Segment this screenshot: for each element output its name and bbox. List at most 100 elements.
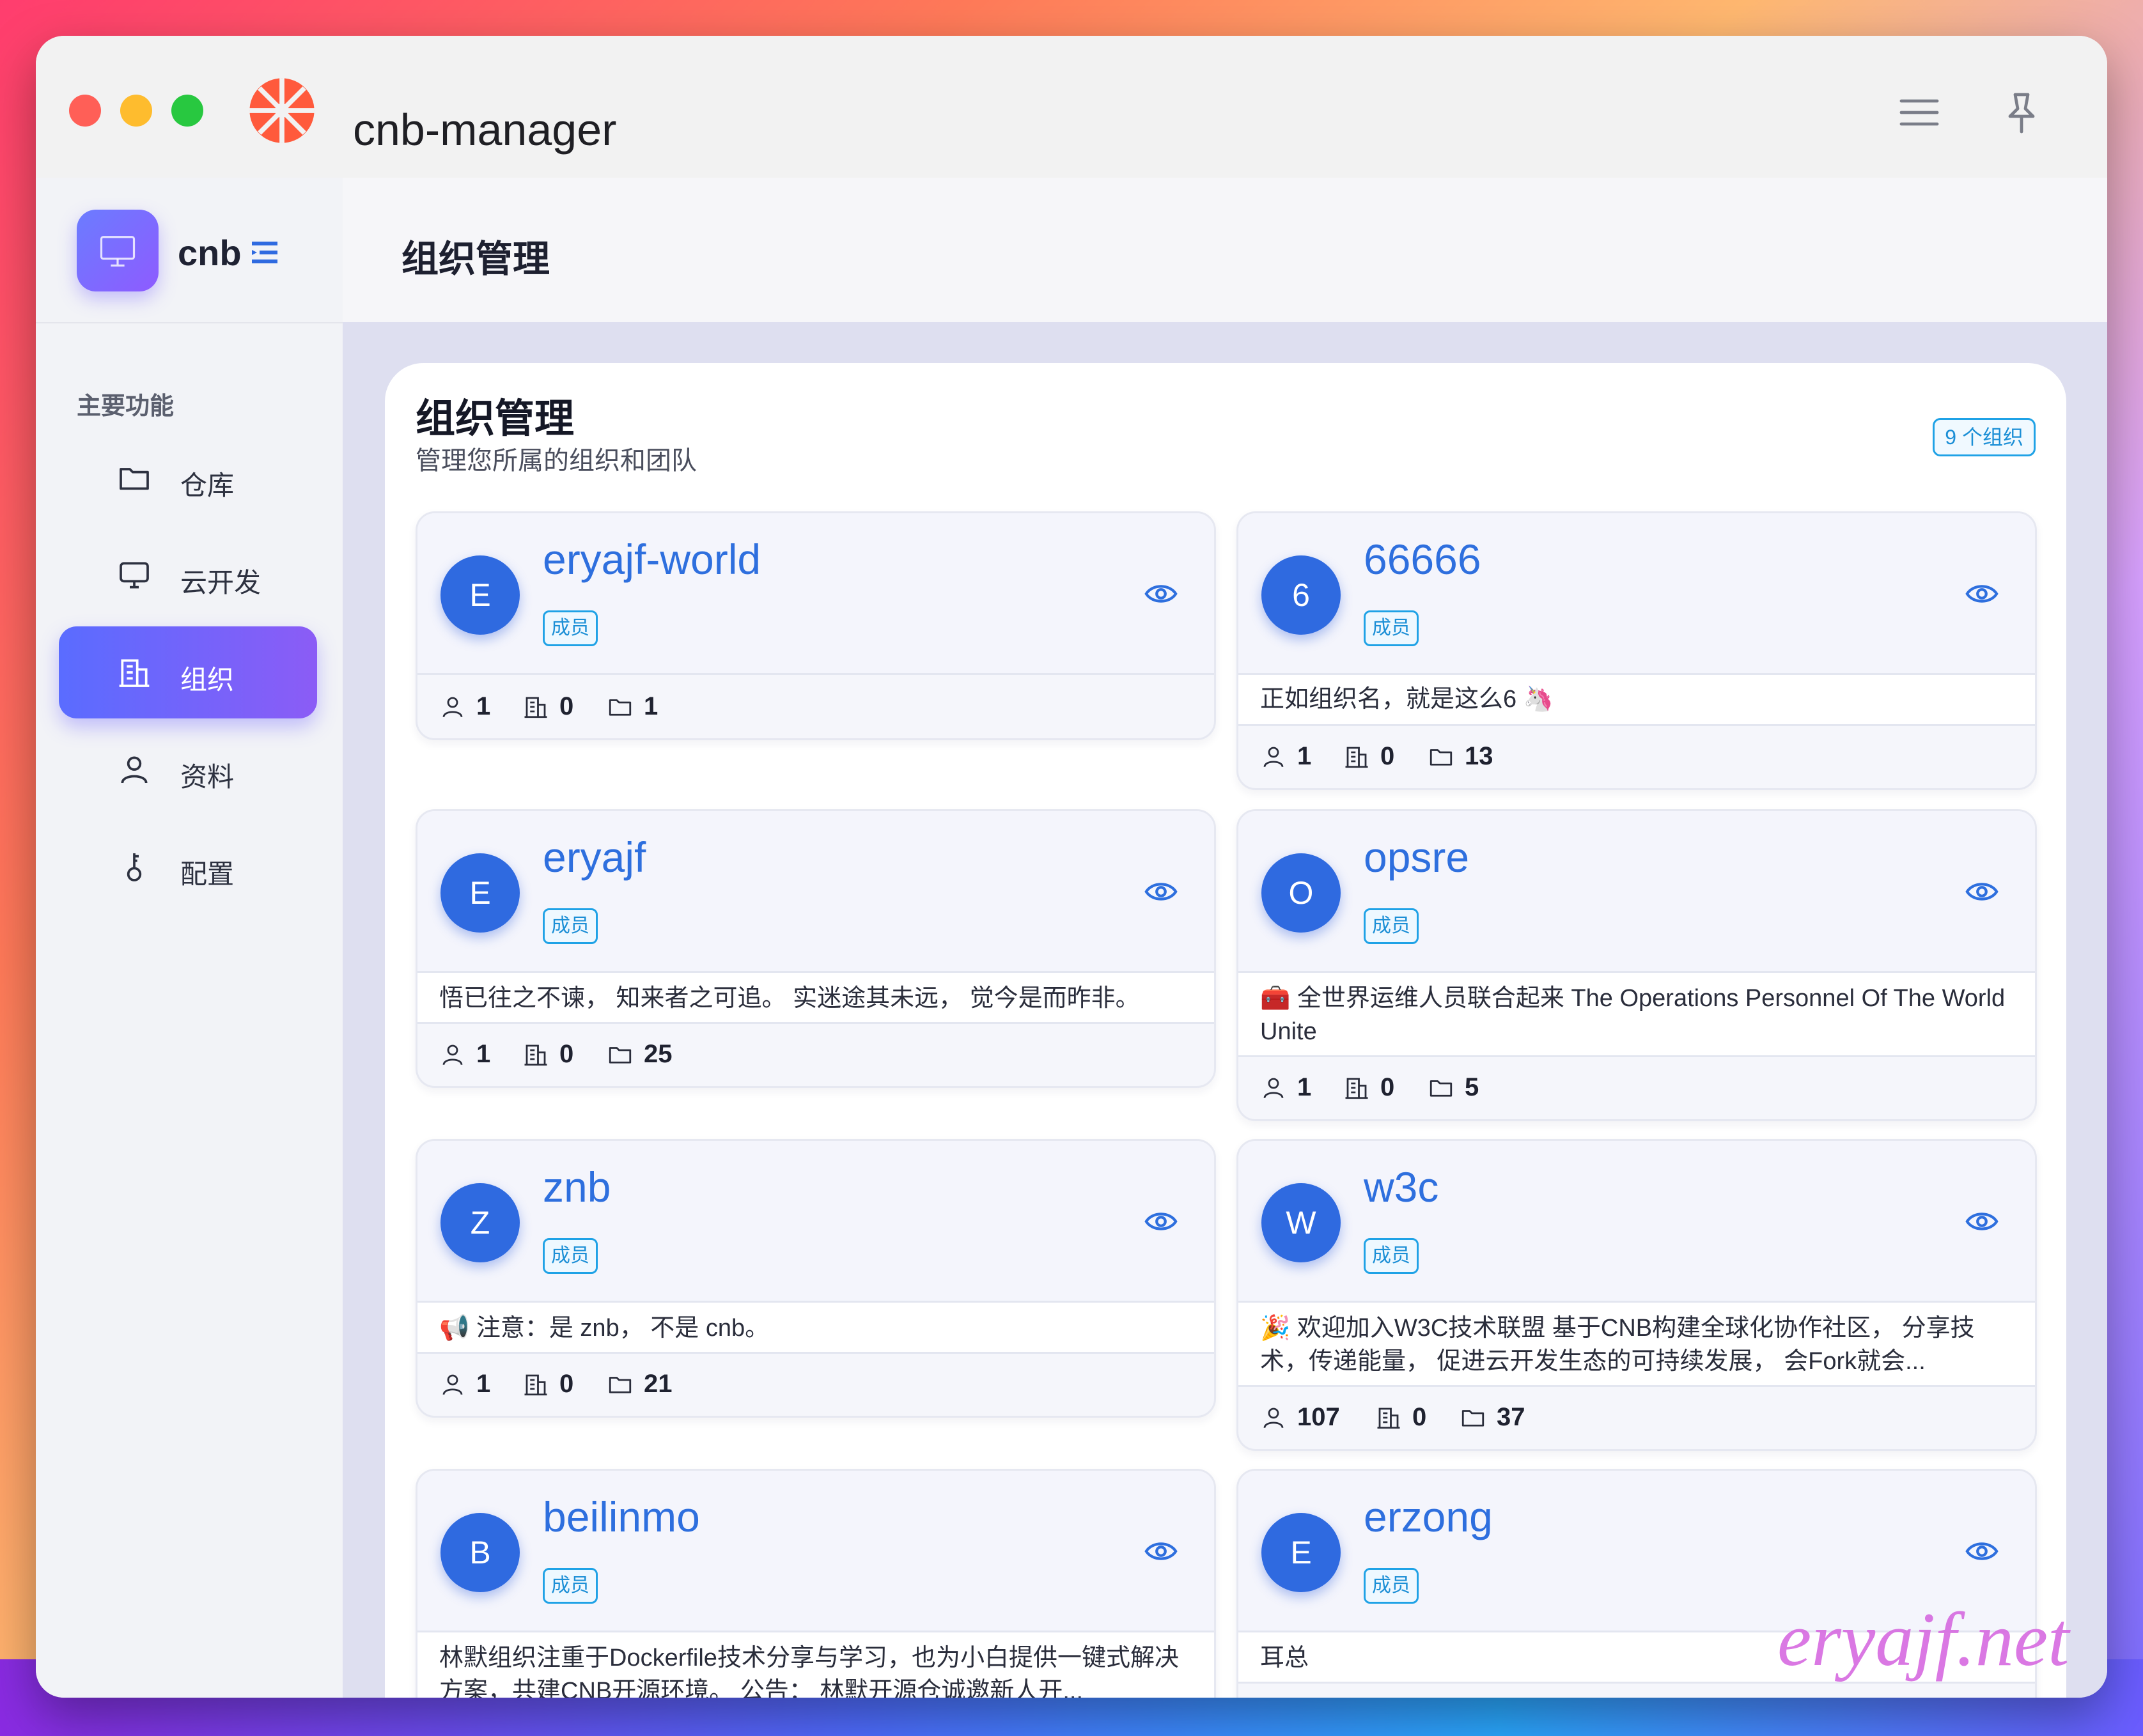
org-card-opsre[interactable]: O opsre 成员 🧰 全世界运维人员联合起来 The Operations … <box>1236 809 2037 1121</box>
org-panel: 组织管理 管理您所属的组织和团队 9 个组织 E eryajf-world 成员… <box>385 363 2066 1698</box>
eye-icon[interactable] <box>1965 1209 1999 1234</box>
org-name[interactable]: opsre <box>1364 834 1469 881</box>
building-icon <box>1345 1078 1368 1099</box>
watermark: eryajf.net <box>1777 1597 2069 1682</box>
sidebar-item-label: 云开发 <box>180 568 261 598</box>
repos-count: 25 <box>644 1040 673 1068</box>
sidebar-item-repos[interactable]: 仓库 <box>59 432 317 524</box>
avatar: E <box>1261 1513 1341 1592</box>
user-icon <box>1263 747 1284 768</box>
org-card-eryajf-world[interactable]: E eryajf-world 成员 1 0 1 <box>416 511 1216 740</box>
panel-subtitle: 管理您所属的组织和团队 <box>416 447 697 475</box>
app-logo-icon <box>249 78 315 143</box>
brand-logo <box>77 210 159 291</box>
org-name[interactable]: eryajf <box>543 834 646 881</box>
eye-icon[interactable] <box>1144 1538 1178 1564</box>
maximize-window-button[interactable] <box>171 95 203 127</box>
members-count: 1 <box>476 692 491 720</box>
card-header: E eryajf 成员 <box>417 811 1214 973</box>
members-count: 1 <box>476 1370 491 1398</box>
suborgs-count: 0 <box>1412 1403 1427 1431</box>
folder-icon <box>120 468 149 490</box>
role-tag: 成员 <box>1364 908 1419 944</box>
app-window: cnb-manager cnb 主要功能 仓库 云开发 组织 资料 配置 组织管… <box>36 36 2107 1698</box>
list-icon <box>252 242 277 263</box>
org-name[interactable]: beilinmo <box>543 1494 700 1540</box>
suborgs-count: 0 <box>559 1370 574 1398</box>
role-tag: 成员 <box>543 1568 598 1604</box>
user-icon <box>121 756 148 784</box>
building-icon <box>1345 747 1368 768</box>
page-header: 组织管理 <box>343 178 2107 323</box>
sidebar-item-cloud-dev[interactable]: 云开发 <box>59 529 317 621</box>
menu-icon[interactable] <box>1894 87 1945 138</box>
minimize-window-button[interactable] <box>120 95 152 127</box>
eye-icon[interactable] <box>1965 879 1999 904</box>
avatar: 6 <box>1261 555 1341 635</box>
org-card-w3c[interactable]: W w3c 成员 🎉 欢迎加入W3C技术联盟 基于CNB构建全球化协作社区， 分… <box>1236 1139 2037 1451</box>
user-icon <box>1263 1407 1284 1429</box>
org-description: 🎉 欢迎加入W3C技术联盟 基于CNB构建全球化协作社区， 分享技术，传递能量，… <box>1238 1303 2035 1387</box>
role-tag: 成员 <box>543 610 598 646</box>
eye-icon[interactable] <box>1965 1538 1999 1564</box>
card-header: Z znb 成员 <box>417 1141 1214 1303</box>
card-header: O opsre 成员 <box>1238 811 2035 973</box>
user-icon <box>442 1044 463 1066</box>
sidebar-section-title: 主要功能 <box>77 393 175 420</box>
folder-icon <box>609 1377 632 1393</box>
card-header: E eryajf-world 成员 <box>417 513 1214 675</box>
org-name[interactable]: eryajf-world <box>543 536 761 583</box>
page-title: 组织管理 <box>401 238 550 280</box>
folder-icon <box>609 699 632 716</box>
eye-icon[interactable] <box>1965 581 1999 607</box>
folder-icon <box>1430 749 1453 766</box>
org-card-beilinmo[interactable]: B beilinmo 成员 林默组织注重于Dockerfile技术分享与学习，也… <box>416 1469 1216 1698</box>
repos-count: 1 <box>644 692 658 720</box>
close-window-button[interactable] <box>69 95 101 127</box>
org-card-eryajf[interactable]: E eryajf 成员 悟已往之不谏， 知来者之可追。 实迷途其未远， 觉今是而… <box>416 809 1216 1088</box>
org-card-znb[interactable]: Z znb 成员 📢 注意：是 znb， 不是 cnb。 1 0 21 <box>416 1139 1216 1418</box>
org-description: 🧰 全世界运维人员联合起来 The Operations Personnel O… <box>1238 973 2035 1057</box>
org-name[interactable]: znb <box>543 1164 611 1211</box>
avatar: Z <box>440 1183 520 1262</box>
org-count-badge: 9 个组织 <box>1933 418 2036 456</box>
title-bar: cnb-manager <box>36 36 2107 178</box>
repos-count: 37 <box>1497 1403 1525 1431</box>
sidebar-item-orgs[interactable]: 组织 <box>59 626 317 718</box>
card-header: 6 66666 成员 <box>1238 513 2035 675</box>
role-tag: 成员 <box>1364 1568 1419 1604</box>
sidebar-item-profile[interactable]: 资料 <box>59 724 317 816</box>
repos-count: 5 <box>1465 1073 1479 1101</box>
org-name[interactable]: w3c <box>1364 1164 1438 1211</box>
eye-icon[interactable] <box>1144 1209 1178 1234</box>
avatar: E <box>440 853 520 933</box>
sidebar: cnb 主要功能 仓库 云开发 组织 资料 配置 <box>36 178 343 1698</box>
eye-icon[interactable] <box>1144 879 1178 904</box>
folder-icon <box>1430 1080 1453 1097</box>
user-icon <box>442 1374 463 1395</box>
role-tag: 成员 <box>543 1238 598 1274</box>
repos-count: 13 <box>1465 742 1493 770</box>
repos-count: 21 <box>644 1370 673 1398</box>
building-icon <box>1377 1407 1400 1429</box>
members-count: 1 <box>1297 1073 1312 1101</box>
suborgs-count: 0 <box>1380 742 1395 770</box>
org-name[interactable]: erzong <box>1364 1494 1493 1540</box>
pin-icon[interactable] <box>1996 87 2047 138</box>
brand-name: cnb <box>178 233 242 273</box>
sidebar-item-config[interactable]: 配置 <box>59 821 317 913</box>
monitor-icon <box>120 562 149 589</box>
members-count: 1 <box>476 1040 491 1068</box>
sidebar-item-label: 资料 <box>180 762 235 792</box>
org-description: 📢 注意：是 znb， 不是 cnb。 <box>417 1303 1214 1354</box>
eye-icon[interactable] <box>1144 581 1178 607</box>
sidebar-item-label: 组织 <box>180 665 235 695</box>
org-card-66666[interactable]: 6 66666 成员 正如组织名，就是这么6 🦄 1 0 13 <box>1236 511 2037 790</box>
org-description: 林默组织注重于Dockerfile技术分享与学习，也为小白提供一键式解决方案，共… <box>417 1632 1214 1698</box>
org-name[interactable]: 66666 <box>1364 536 1481 583</box>
building-icon <box>524 1044 547 1066</box>
suborgs-count: 0 <box>559 1040 574 1068</box>
role-tag: 成员 <box>1364 1238 1419 1274</box>
building-icon <box>524 1374 547 1396</box>
presentation-icon <box>100 236 136 267</box>
